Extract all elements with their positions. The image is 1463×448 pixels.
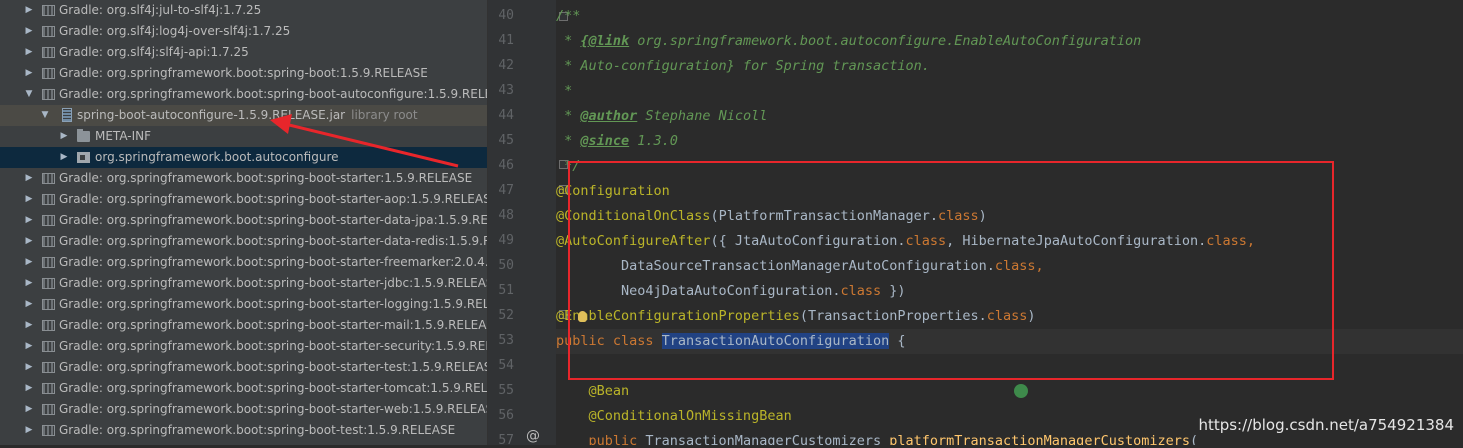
annotation-arrow xyxy=(270,114,459,168)
watermark-text: https://blog.csdn.net/a754921384 xyxy=(1198,416,1454,434)
